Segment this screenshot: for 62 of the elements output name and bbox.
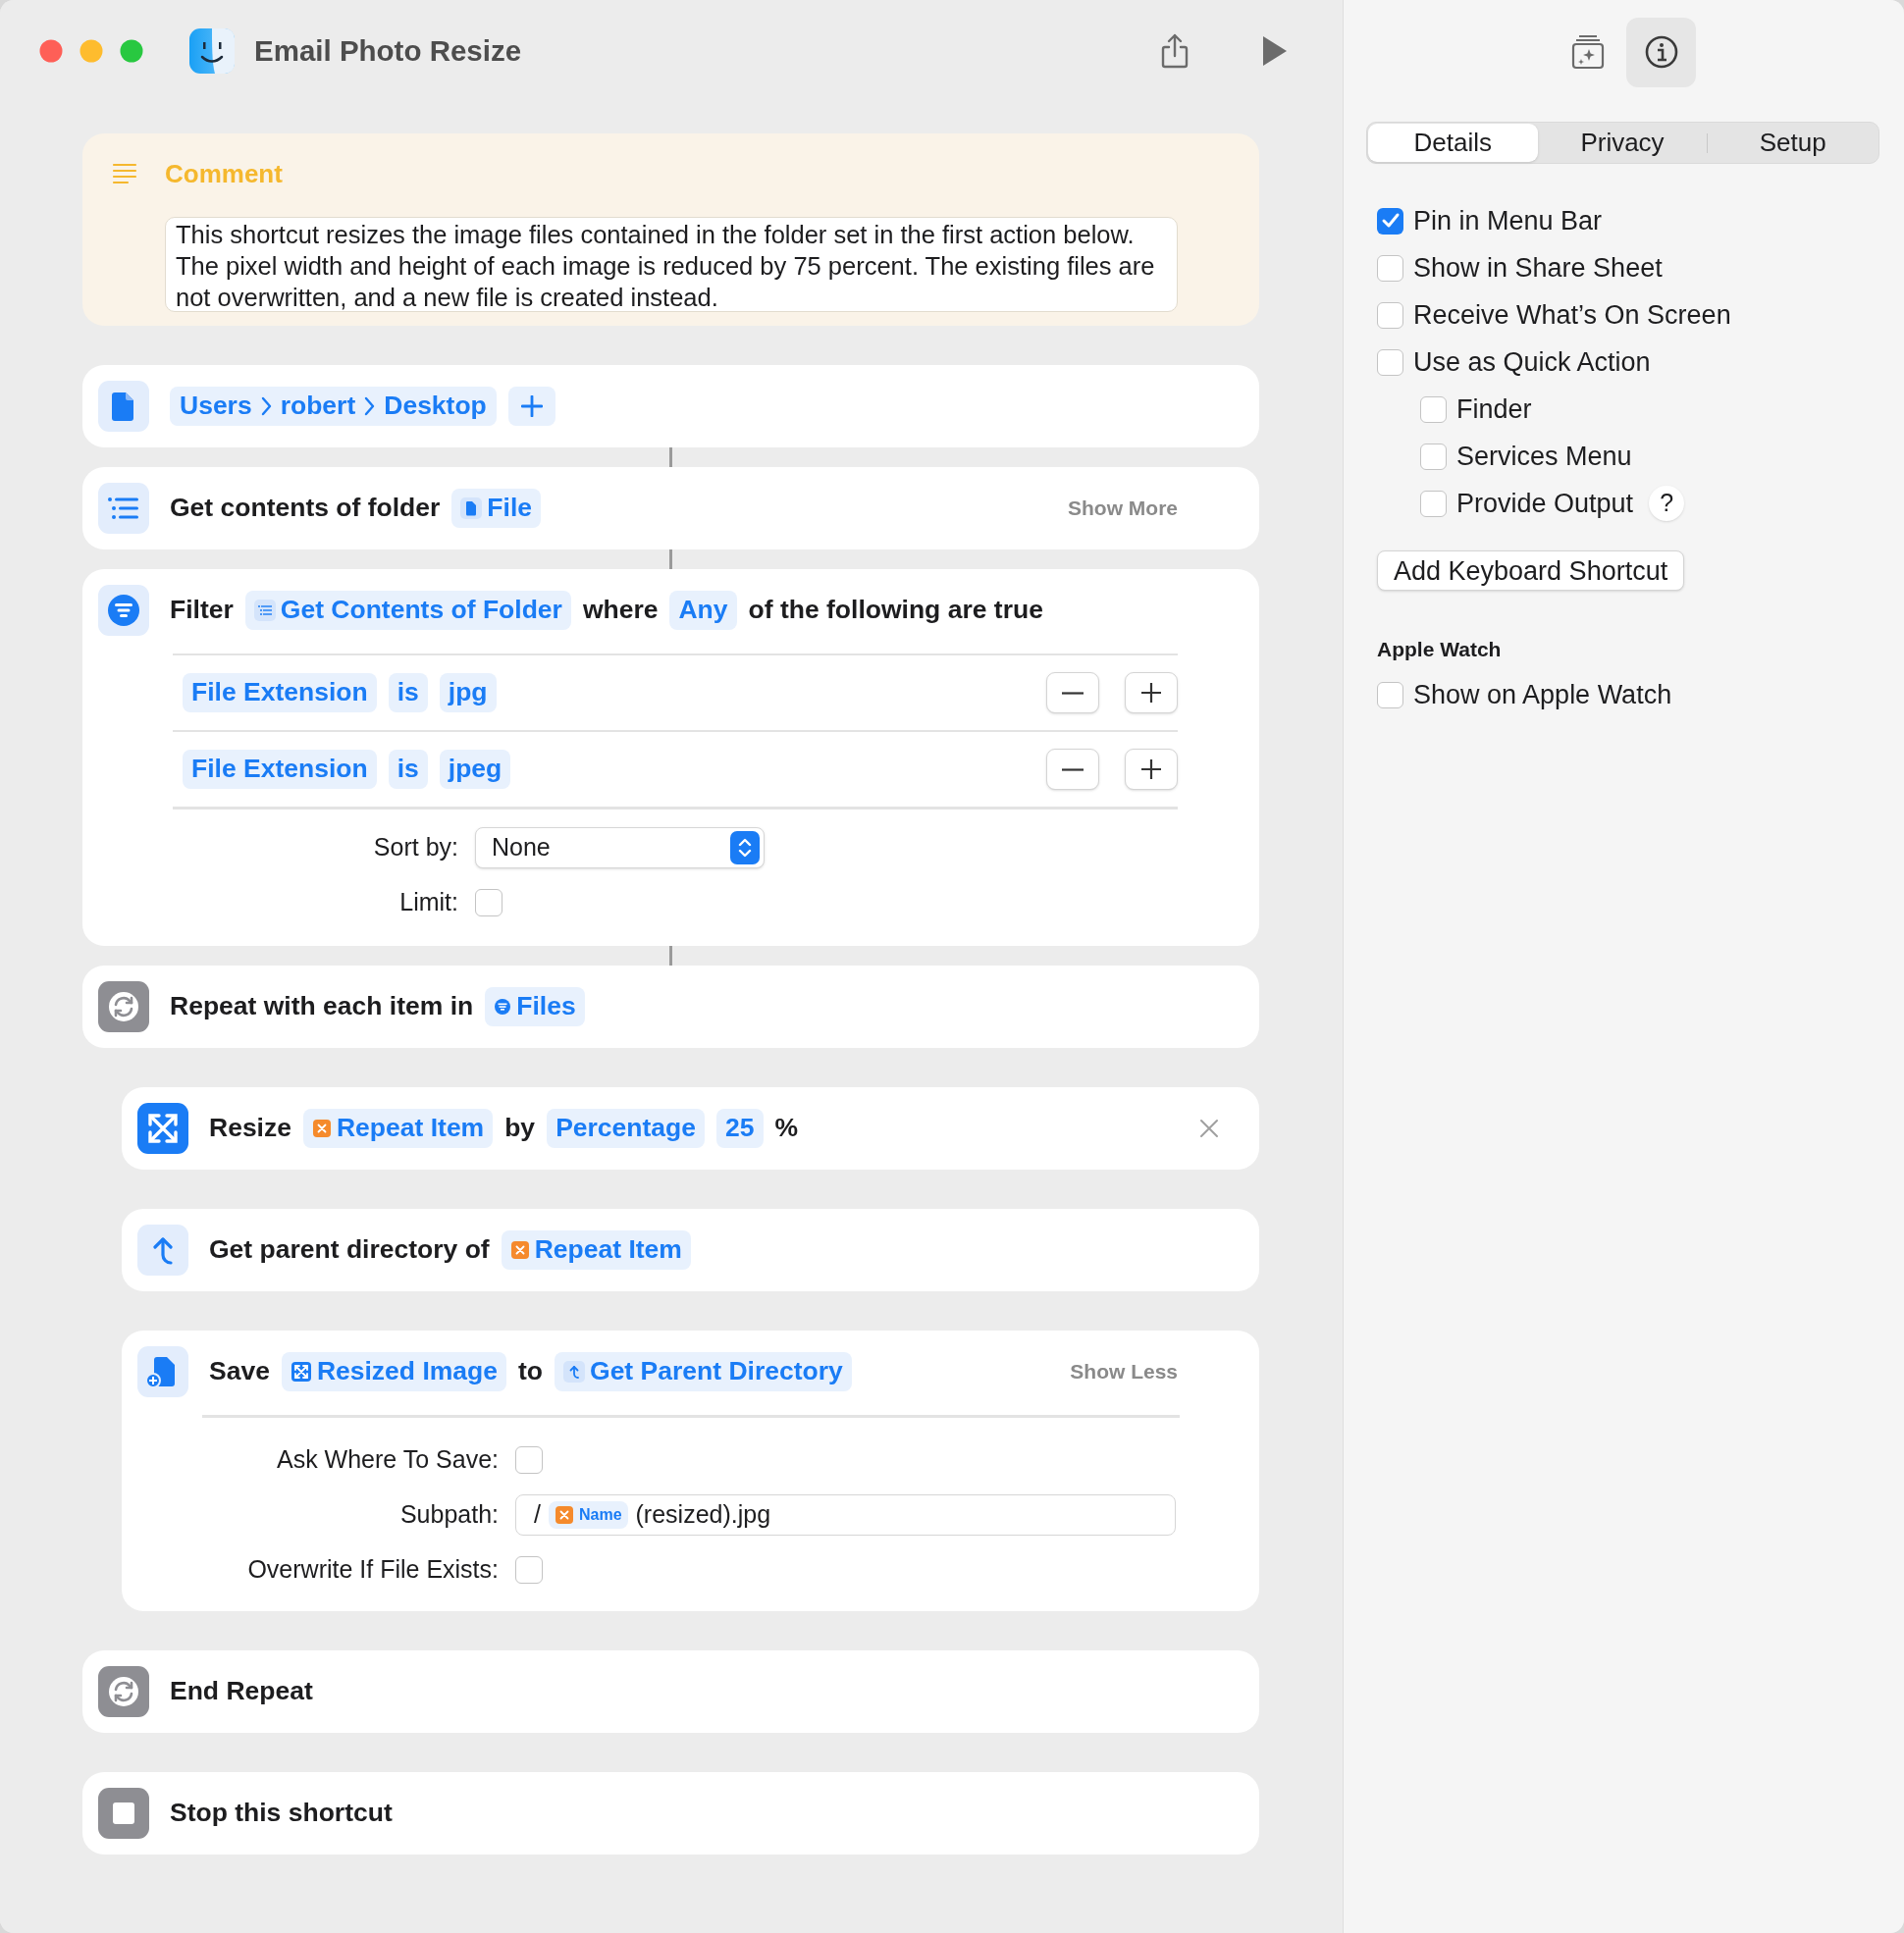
variable-token[interactable]: 25 [716,1109,764,1148]
variable-token[interactable]: Resized Image [281,1352,506,1391]
field-label: Subpath: [399,1499,499,1531]
field-label: Ask Where To Save: [276,1444,499,1476]
variable-token[interactable]: is [388,750,428,789]
path-text: / [534,1499,541,1531]
option-label: Pin in Menu Bar [1413,204,1603,237]
variable-token[interactable]: Get Contents of Folder [244,591,571,630]
variable-token[interactable]: File Extension [183,750,377,789]
option-label: Receive What’s On Screen [1413,298,1731,332]
window-title: Email Photo Resize [254,33,522,69]
field-label: Overwrite If File Exists: [247,1554,499,1586]
action-label: to [518,1355,543,1388]
action-label: Filter [170,594,234,627]
variable-token[interactable]: Name [548,1501,628,1529]
path-label: Desktop [384,390,487,423]
action-label: of the following are true [748,594,1043,627]
action-label: End Repeat [170,1675,313,1708]
field-label: Sort by: [373,832,458,863]
option-label: Finder [1456,392,1532,426]
variable-token[interactable]: File Extension [183,673,377,712]
path-text: (resized).jpg [635,1499,771,1531]
option-label: Show on Apple Watch [1413,679,1672,712]
action-label: where [582,594,659,627]
keyboard-shortcut-button[interactable]: Add Keyboard Shortcut [1377,550,1685,591]
variable-token[interactable]: jpg [439,673,497,712]
tab[interactable]: Setup [1708,124,1878,162]
option-label: Show in Share Sheet [1413,251,1663,285]
option-label: Use as Quick Action [1413,345,1651,379]
folder-path-token[interactable]: Users robert Desktop [170,387,497,426]
variable-token[interactable]: is [388,673,428,712]
option-label: Services Menu [1456,440,1632,473]
action-label: Repeat with each item in [170,990,474,1023]
variable-token[interactable]: Percentage [547,1109,705,1148]
subpath-field[interactable]: / Name (resized).jpg [515,1494,1176,1536]
show-more-link[interactable]: Show More [1068,493,1178,524]
action-label: by [504,1112,536,1145]
action-label: % [774,1112,799,1145]
path-label: robert [280,390,356,423]
action-label: Stop this shortcut [170,1797,393,1830]
tab[interactable]: Privacy [1537,124,1708,162]
comment-text[interactable]: This shortcut resizes the image files contained in the folder set in the first action below. The pixel width and height of each image is reduced by 75 percent. The existing files are not overwritten, and a new file is created instead. [165,217,1178,312]
path-label: Users [180,390,252,423]
field-label: Limit: [399,887,458,918]
action-label: Get parent directory of [209,1233,490,1267]
action-label: Save [209,1355,270,1388]
variable-token[interactable]: Get Parent Directory [555,1352,852,1391]
action-label: Resize [209,1112,291,1145]
variable-token[interactable]: Repeat Item [302,1109,494,1148]
section-title: Apple Watch [1377,637,1503,662]
comment-title: Comment [165,157,283,190]
variable-token[interactable]: Files [485,987,585,1026]
option-label: Provide Output [1456,487,1634,520]
variable-token[interactable]: File [451,489,541,528]
variable-token[interactable]: Any [669,591,737,630]
tab[interactable]: Details [1368,124,1538,162]
sort-select[interactable]: None [475,827,765,868]
show-more-link[interactable]: Show Less [1070,1356,1178,1387]
variable-token[interactable]: jpeg [439,750,511,789]
help-button[interactable]: ? [1649,486,1685,521]
action-label: Get contents of folder [170,492,441,525]
variable-token[interactable]: Repeat Item [501,1230,691,1270]
